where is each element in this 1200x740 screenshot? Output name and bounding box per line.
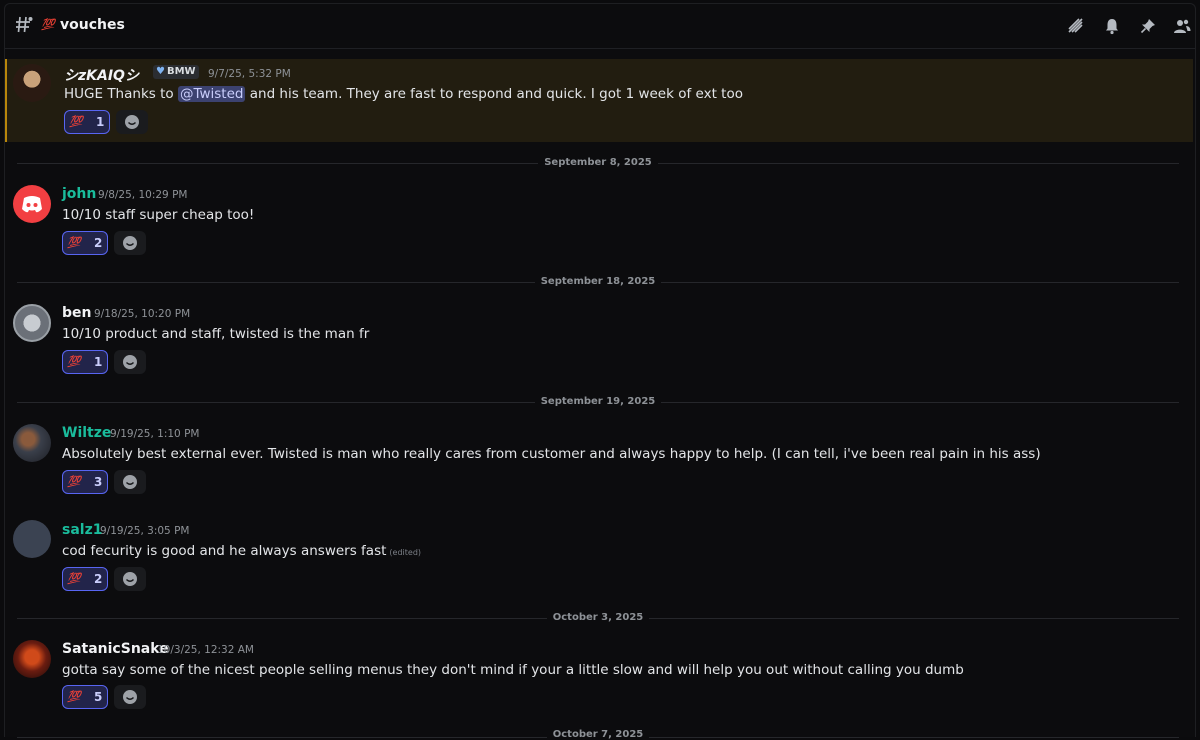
heart-icon: ♥: [156, 66, 165, 77]
avatar[interactable]: [13, 304, 51, 342]
username[interactable]: ben: [62, 305, 91, 321]
username[interactable]: SatanicSnake: [62, 641, 169, 657]
reaction-button[interactable]: 💯 1: [64, 110, 110, 134]
edited-label: (edited): [389, 548, 422, 557]
chat-window: 💯 vouches シzKAIQシ ♥ BMW 9/7/25, 5:32 PM H…: [4, 3, 1196, 740]
user-mention[interactable]: @Twisted: [177, 86, 246, 102]
reaction-button[interactable]: 💯 2: [62, 231, 108, 255]
reaction-button[interactable]: 💯 5: [62, 685, 108, 709]
date-divider: September 18, 2025: [5, 276, 1191, 287]
date-divider: October 7, 2025: [5, 729, 1191, 740]
message-text: 10/10 staff super cheap too!: [62, 207, 255, 223]
avatar[interactable]: [13, 185, 51, 223]
username[interactable]: salz1: [62, 522, 102, 538]
avatar[interactable]: [13, 640, 51, 678]
avatar[interactable]: [13, 424, 51, 462]
message: salz1 9/19/25, 3:05 PM cod fecurity is g…: [5, 516, 1191, 596]
message: SatanicSnake 10/3/25, 12:32 AM gotta say…: [5, 635, 1191, 715]
reaction-count: 2: [94, 236, 103, 250]
hundred-icon: 💯: [69, 115, 83, 128]
message-text: cod fecurity is good and he always answe…: [62, 543, 422, 559]
members-icon[interactable]: [1173, 17, 1191, 35]
timestamp: 9/19/25, 1:10 PM: [110, 428, 200, 440]
timestamp: 9/8/25, 10:29 PM: [98, 189, 188, 201]
message-text: 10/10 product and staff, twisted is the …: [62, 326, 370, 342]
message-text: Absolutely best external ever. Twisted i…: [62, 446, 1041, 462]
add-reaction-button[interactable]: [114, 231, 146, 255]
hundred-icon: 💯: [67, 572, 81, 585]
message: john 9/8/25, 10:29 PM 10/10 staff super …: [5, 180, 1191, 260]
username[interactable]: john: [62, 186, 96, 202]
channel-name: vouches: [60, 17, 125, 33]
username[interactable]: シzKAIQシ: [64, 65, 139, 85]
date-divider: September 19, 2025: [5, 396, 1191, 407]
avatar[interactable]: [13, 520, 51, 558]
hundred-icon: 💯: [67, 690, 81, 703]
timestamp: 10/3/25, 12:32 AM: [157, 644, 254, 656]
message-text: HUGE Thanks to @Twisted and his team. Th…: [64, 86, 743, 102]
message: ben 9/18/25, 10:20 PM 10/10 product and …: [5, 299, 1191, 379]
reaction-count: 3: [94, 475, 103, 489]
threads-icon[interactable]: [1067, 17, 1085, 35]
message: Wiltze 9/19/25, 1:10 PM Absolutely best …: [5, 419, 1191, 499]
timestamp: 9/7/25, 5:32 PM: [208, 68, 291, 80]
smile-icon: [123, 236, 137, 250]
hundred-icon: 💯: [67, 355, 81, 368]
pin-icon[interactable]: [1139, 17, 1157, 35]
add-reaction-button[interactable]: [116, 110, 148, 134]
message-highlighted: シzKAIQシ ♥ BMW 9/7/25, 5:32 PM HUGE Thanks…: [5, 59, 1193, 142]
message-text: gotta say some of the nicest people sell…: [62, 662, 964, 678]
username[interactable]: Wiltze: [62, 425, 111, 441]
channel-emoji: 💯: [41, 18, 55, 31]
bell-icon[interactable]: [1103, 17, 1121, 35]
add-reaction-button[interactable]: [114, 470, 146, 494]
reaction-button[interactable]: 💯 3: [62, 470, 108, 494]
badge-label: BMW: [166, 66, 196, 77]
avatar[interactable]: [13, 64, 51, 102]
threads-hash-icon[interactable]: [15, 15, 35, 35]
reaction-button[interactable]: 💯 1: [62, 350, 108, 374]
reaction-count: 1: [96, 115, 105, 129]
smile-icon: [123, 355, 137, 369]
channel-header: 💯 vouches: [5, 4, 1195, 49]
add-reaction-button[interactable]: [114, 567, 146, 591]
smile-icon: [123, 690, 137, 704]
date-divider: September 8, 2025: [5, 157, 1191, 168]
hundred-icon: 💯: [67, 236, 81, 249]
hundred-icon: 💯: [67, 475, 81, 488]
smile-icon: [123, 475, 137, 489]
add-reaction-button[interactable]: [114, 350, 146, 374]
date-divider: October 3, 2025: [5, 612, 1191, 623]
timestamp: 9/19/25, 3:05 PM: [100, 525, 190, 537]
timestamp: 9/18/25, 10:20 PM: [94, 308, 191, 320]
add-reaction-button[interactable]: [114, 685, 146, 709]
reaction-count: 2: [94, 572, 103, 586]
smile-icon: [125, 115, 139, 129]
reaction-count: 5: [94, 690, 103, 704]
smile-icon: [123, 572, 137, 586]
reaction-count: 1: [94, 355, 103, 369]
guild-tag-badge[interactable]: ♥ BMW: [153, 65, 199, 79]
reaction-button[interactable]: 💯 2: [62, 567, 108, 591]
discord-logo-icon: [22, 196, 42, 213]
